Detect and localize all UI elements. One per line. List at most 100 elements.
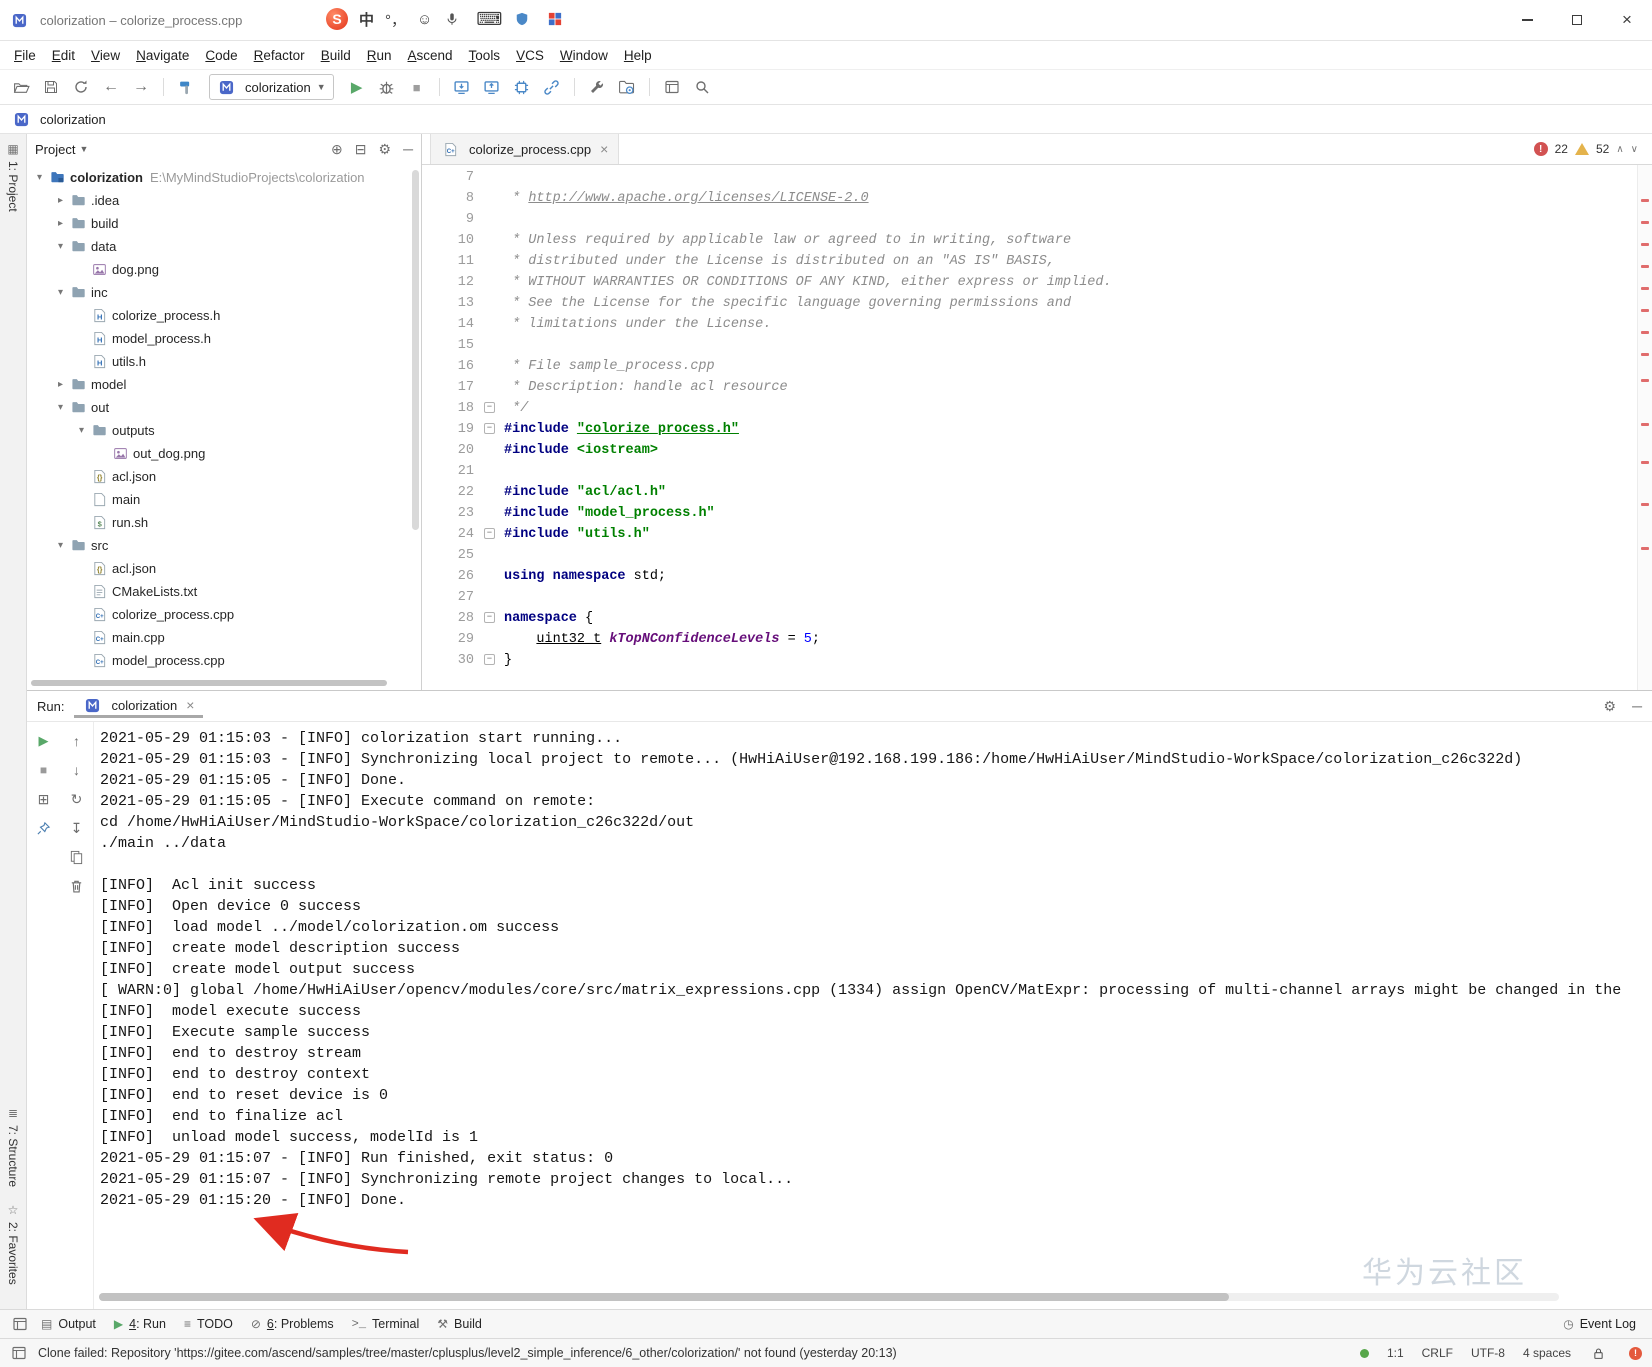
code-line[interactable]: }	[504, 650, 1637, 671]
tree-item-model[interactable]: ▸model	[27, 373, 421, 396]
menu-refactor[interactable]: Refactor	[246, 45, 313, 66]
pin-tab-icon[interactable]	[34, 819, 54, 837]
error-stripe-mark[interactable]	[1641, 423, 1649, 426]
sync-icon[interactable]	[68, 74, 94, 100]
maximize-button[interactable]	[1552, 0, 1602, 40]
chevron-expanded-icon[interactable]: ▾	[52, 287, 69, 298]
tree-item-src[interactable]: ▾src	[27, 534, 421, 557]
down-stack-icon[interactable]: ↓	[67, 761, 87, 779]
ime-mic-icon[interactable]	[443, 11, 461, 27]
tree-item-build[interactable]: ▸build	[27, 212, 421, 235]
chevron-expanded-icon[interactable]: ▾	[52, 402, 69, 413]
close-run-tab-icon[interactable]: ×	[186, 697, 194, 713]
code-line[interactable]	[504, 335, 1637, 356]
notification-icon[interactable]: !	[1629, 1347, 1642, 1360]
hide-panel-icon[interactable]: ─	[1632, 698, 1642, 715]
tree-item-cmakelists-txt[interactable]: CMakeLists.txt	[27, 580, 421, 603]
readonly-lock-icon[interactable]	[1589, 1345, 1607, 1361]
file-encoding[interactable]: UTF-8	[1471, 1346, 1505, 1360]
code-line[interactable]: * File sample_process.cpp	[504, 356, 1637, 377]
code-line[interactable]	[504, 209, 1637, 230]
prev-error-icon[interactable]: ∧	[1616, 144, 1623, 155]
tool-window-quick-access-icon[interactable]	[10, 1344, 28, 1362]
tree-item-acl-json[interactable]: {}acl.json	[27, 557, 421, 580]
tree-item-out-dog-png[interactable]: out_dog.png	[27, 442, 421, 465]
code-line[interactable]: namespace {	[504, 608, 1637, 629]
error-stripe-mark[interactable]	[1641, 309, 1649, 312]
remote-link-icon[interactable]	[539, 74, 565, 100]
console-hscroll-thumb[interactable]	[99, 1293, 1229, 1301]
ime-tray-grid-icon[interactable]	[546, 11, 564, 27]
ime-punctuation-toggle[interactable]: °，	[385, 9, 406, 30]
chevron-collapsed-icon[interactable]: ▸	[52, 195, 69, 206]
code-line[interactable]: * limitations under the License.	[504, 314, 1637, 335]
tool-button-6-problems[interactable]: ⊘6: Problems	[242, 1314, 343, 1334]
soft-wrap-icon[interactable]: ↻	[67, 790, 87, 808]
close-button[interactable]: ×	[1602, 0, 1652, 40]
tree-item-colorize-process-h[interactable]: Hcolorize_process.h	[27, 304, 421, 327]
menu-tools[interactable]: Tools	[461, 45, 509, 66]
hide-panel-icon[interactable]: ─	[403, 141, 413, 158]
fold-marker-icon[interactable]: −	[484, 423, 495, 434]
device-upload-icon[interactable]	[479, 74, 505, 100]
tree-item-utils-h[interactable]: Hutils.h	[27, 350, 421, 373]
caret-position[interactable]: 1:1	[1387, 1346, 1404, 1360]
tree-item-main[interactable]: main	[27, 488, 421, 511]
status-message[interactable]: Clone failed: Repository 'https://gitee.…	[38, 1346, 897, 1360]
code-line[interactable]: * http://www.apache.org/licenses/LICENSE…	[504, 188, 1637, 209]
favorites-tool-button[interactable]: ☆ 2: Favorites	[6, 1203, 20, 1285]
save-all-icon[interactable]	[38, 74, 64, 100]
error-stripe-mark[interactable]	[1641, 287, 1649, 290]
back-icon[interactable]: ←	[98, 74, 124, 100]
run-button[interactable]: ▶	[344, 74, 370, 100]
minimize-button[interactable]	[1502, 0, 1552, 40]
console-hscrollbar[interactable]	[99, 1293, 1559, 1301]
tree-item-model-process-cpp[interactable]: C+model_process.cpp	[27, 649, 421, 672]
code-line[interactable]: #include "utils.h"	[504, 524, 1637, 545]
run-tab[interactable]: colorization ×	[74, 694, 203, 718]
fold-marker-icon[interactable]: −	[484, 402, 495, 413]
menu-window[interactable]: Window	[552, 45, 616, 66]
gear-icon[interactable]: ⚙	[379, 141, 392, 158]
tree-item-colorize-process-cpp[interactable]: C+colorize_process.cpp	[27, 603, 421, 626]
structure-tool-button[interactable]: ≣ 7: Structure	[6, 1106, 20, 1187]
menu-code[interactable]: Code	[197, 45, 245, 66]
menu-ascend[interactable]: Ascend	[400, 45, 461, 66]
code-line[interactable]: * distributed under the License is distr…	[504, 251, 1637, 272]
console-output[interactable]: 2021-05-29 01:15:03 - [INFO] colorizatio…	[94, 722, 1652, 1309]
ime-tray-shield-icon[interactable]	[513, 11, 531, 27]
event-log-button[interactable]: ◷ Event Log	[1563, 1317, 1642, 1331]
tree-item-main-cpp[interactable]: C+main.cpp	[27, 626, 421, 649]
code-line[interactable]	[504, 167, 1637, 188]
stop-button[interactable]: ■	[404, 74, 430, 100]
settings-gear-icon[interactable]: ⚙	[1604, 698, 1617, 715]
menu-vcs[interactable]: VCS	[508, 45, 552, 66]
error-stripe-mark[interactable]	[1641, 503, 1649, 506]
chevron-down-icon[interactable]: ▼	[79, 144, 88, 154]
code-line[interactable]	[504, 461, 1637, 482]
menu-navigate[interactable]: Navigate	[128, 45, 197, 66]
breadcrumb[interactable]: colorization	[40, 112, 106, 127]
menu-build[interactable]: Build	[313, 45, 359, 66]
tool-button-build[interactable]: ⚒Build	[428, 1314, 491, 1334]
error-count[interactable]: 22	[1555, 142, 1568, 156]
next-error-icon[interactable]: ∨	[1631, 144, 1638, 155]
project-structure-icon[interactable]	[614, 74, 640, 100]
warning-count[interactable]: 52	[1596, 142, 1609, 156]
code-line[interactable]: * See the License for the specific langu…	[504, 293, 1637, 314]
error-stripe-mark[interactable]	[1641, 243, 1649, 246]
code-line[interactable]	[504, 587, 1637, 608]
build-project-icon[interactable]	[173, 74, 199, 100]
error-stripe-mark[interactable]	[1641, 221, 1649, 224]
tree-item-dog-png[interactable]: dog.png	[27, 258, 421, 281]
tree-item-model-process-h[interactable]: Hmodel_process.h	[27, 327, 421, 350]
run-configuration-select[interactable]: colorization ▼	[209, 74, 334, 100]
code-lines[interactable]: * http://www.apache.org/licenses/LICENSE…	[502, 165, 1637, 690]
tool-button-todo[interactable]: ≡TODO	[175, 1314, 242, 1334]
tool-stripe-toggle-icon[interactable]	[10, 1314, 30, 1334]
stop-process-button[interactable]: ■	[34, 761, 54, 779]
menu-file[interactable]: File	[6, 45, 44, 66]
forward-icon[interactable]: →	[128, 74, 154, 100]
error-stripe-mark[interactable]	[1641, 199, 1649, 202]
indent-setting[interactable]: 4 spaces	[1523, 1346, 1571, 1360]
